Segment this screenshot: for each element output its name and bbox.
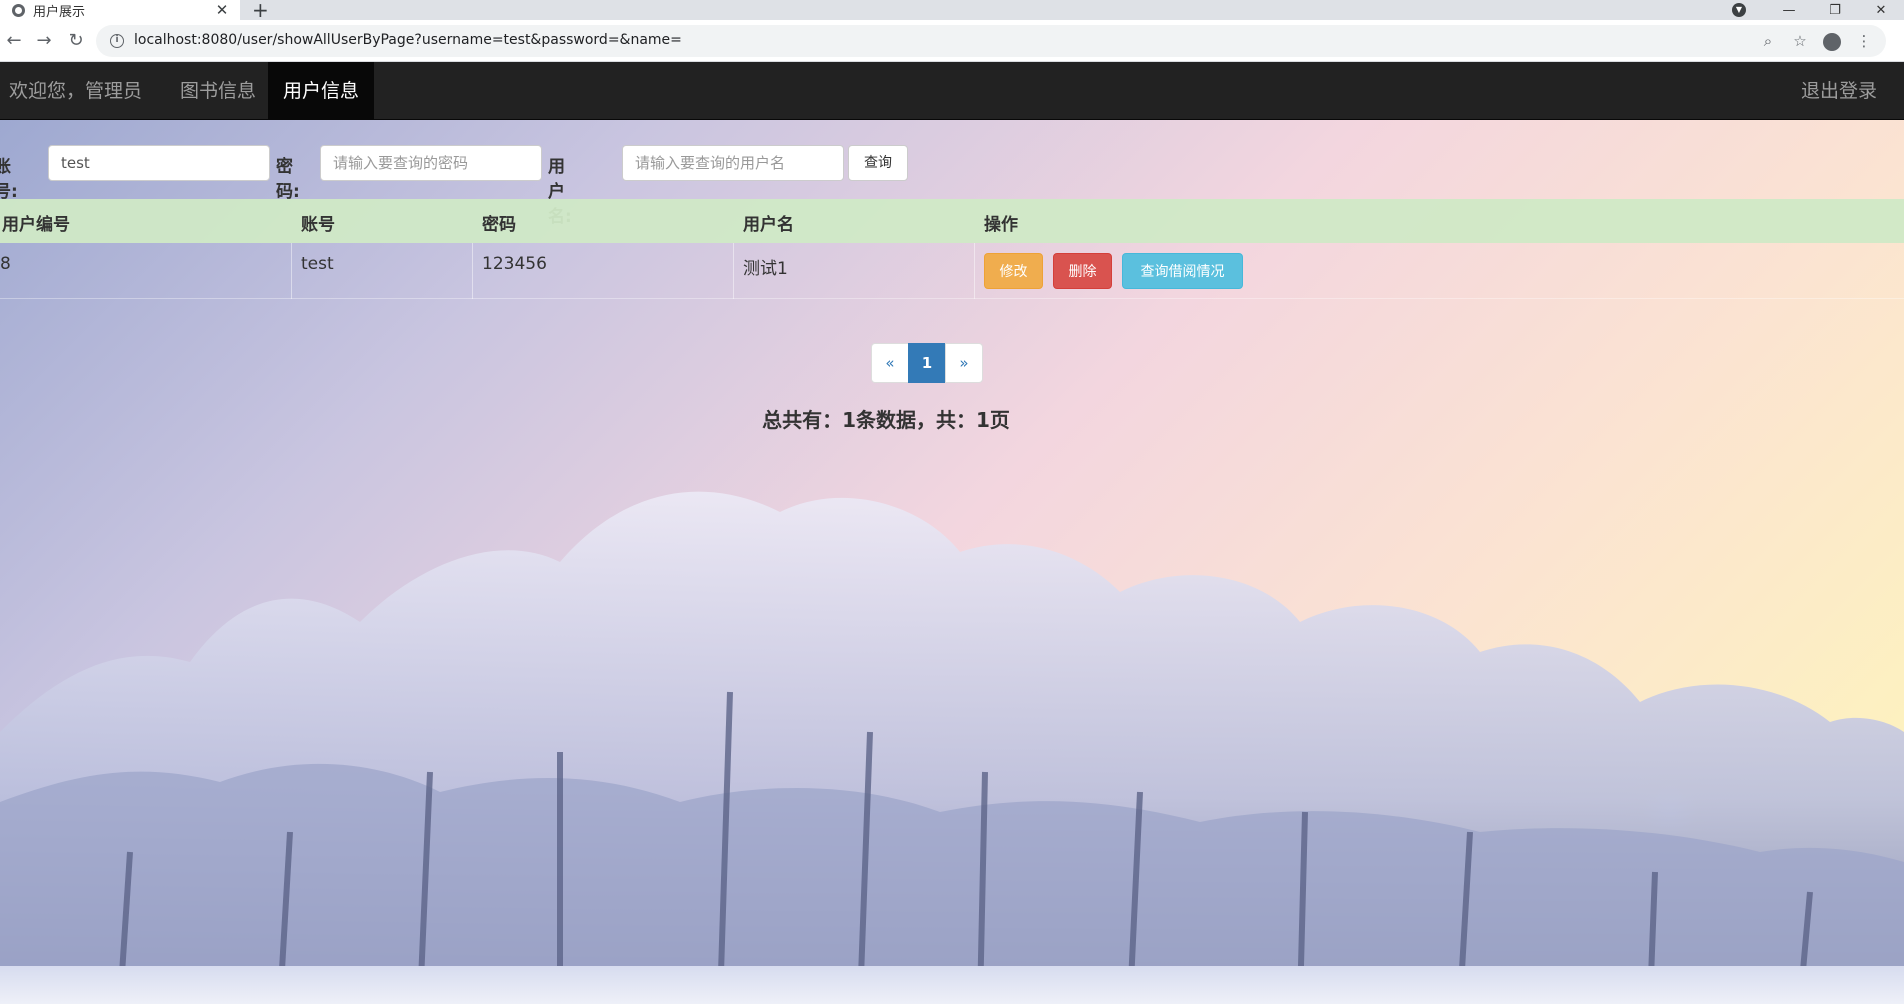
column-header-id: 用户编号 bbox=[2, 215, 70, 235]
column-header-name: 用户名 bbox=[743, 215, 794, 235]
site-info-icon[interactable]: i bbox=[110, 34, 124, 48]
window-controls: ▼ — ❐ ✕ bbox=[1732, 0, 1904, 20]
forward-button[interactable]: → bbox=[32, 29, 56, 53]
logout-link[interactable]: 退出登录 bbox=[1786, 62, 1892, 120]
minimize-button[interactable]: — bbox=[1766, 3, 1812, 18]
navbar-brand[interactable]: 欢迎您，管理员 bbox=[0, 62, 157, 120]
back-button[interactable]: ← bbox=[2, 29, 26, 53]
user-table: 用户编号 账号 密码 用户名 操作 8 test 123456 测试1 修改 删… bbox=[0, 199, 1904, 299]
background-snow bbox=[0, 966, 1904, 1004]
tab-title: 用户展示 bbox=[33, 4, 86, 20]
column-divider bbox=[733, 243, 734, 299]
delete-button[interactable]: 删除 bbox=[1053, 253, 1112, 289]
pagination-next[interactable]: » bbox=[945, 343, 983, 383]
nav-item-users[interactable]: 用户信息 bbox=[268, 62, 375, 120]
table-header: 用户编号 账号 密码 用户名 操作 bbox=[0, 199, 1904, 243]
record-summary: 总共有：1条数据，共：1页 bbox=[762, 408, 1010, 432]
query-button[interactable]: 查询 bbox=[848, 145, 908, 181]
cell-account: test bbox=[301, 254, 334, 274]
column-divider bbox=[291, 243, 292, 299]
password-input[interactable] bbox=[320, 145, 542, 181]
pagination: « 1 » bbox=[871, 343, 983, 383]
borrow-records-button[interactable]: 查询借阅情况 bbox=[1122, 253, 1243, 289]
address-bar[interactable]: i localhost:8080/user/showAllUserByPage?… bbox=[96, 25, 1886, 57]
cell-id: 8 bbox=[0, 254, 11, 274]
table-row: 8 test 123456 测试1 修改 删除 查询借阅情况 bbox=[0, 243, 1904, 299]
password-label: 密码: bbox=[276, 157, 300, 202]
restore-button[interactable]: ❐ bbox=[1812, 3, 1858, 18]
url-text[interactable]: localhost:8080/user/showAllUserByPage?us… bbox=[134, 32, 682, 48]
close-tab-icon[interactable]: ✕ bbox=[214, 1, 230, 19]
account-label: 账号: bbox=[0, 157, 18, 202]
pagination-prev[interactable]: « bbox=[871, 343, 909, 383]
reload-button[interactable]: ↻ bbox=[64, 29, 88, 53]
close-window-button[interactable]: ✕ bbox=[1858, 3, 1904, 18]
edit-button[interactable]: 修改 bbox=[984, 253, 1043, 289]
globe-icon bbox=[12, 3, 25, 17]
column-header-password: 密码 bbox=[482, 215, 516, 235]
background-trees-image bbox=[0, 491, 1904, 1004]
column-divider bbox=[974, 243, 975, 299]
account-input[interactable] bbox=[48, 145, 270, 181]
column-divider bbox=[472, 243, 473, 299]
browser-tab[interactable]: 用户展示 ✕ bbox=[0, 0, 240, 20]
pagination-page-current[interactable]: 1 bbox=[908, 343, 946, 383]
browser-tabstrip: 用户展示 ✕ + ▼ — ❐ ✕ bbox=[0, 0, 1904, 22]
profile-avatar-icon[interactable] bbox=[1816, 30, 1848, 52]
new-tab-button[interactable]: + bbox=[252, 0, 269, 22]
page-content: 欢迎您，管理员 图书信息 用户信息 退出登录 账号: 密码: 用户名: 查询 用… bbox=[0, 62, 1904, 1004]
bookmark-star-icon[interactable]: ☆ bbox=[1784, 30, 1816, 52]
top-navbar: 欢迎您，管理员 图书信息 用户信息 退出登录 bbox=[0, 62, 1904, 120]
media-control-icon[interactable]: ▼ bbox=[1732, 3, 1746, 17]
cell-name: 测试1 bbox=[743, 259, 788, 279]
name-input[interactable] bbox=[622, 145, 844, 181]
cell-password: 123456 bbox=[482, 254, 547, 274]
browser-toolbar: ← → ↻ i localhost:8080/user/showAllUserB… bbox=[0, 20, 1904, 62]
zoom-icon[interactable]: ⌕ bbox=[1752, 30, 1784, 52]
browser-menu-icon[interactable]: ⋮ bbox=[1848, 30, 1880, 52]
column-header-actions: 操作 bbox=[984, 215, 1018, 235]
column-header-account: 账号 bbox=[301, 215, 335, 235]
nav-item-books[interactable]: 图书信息 bbox=[165, 62, 271, 120]
